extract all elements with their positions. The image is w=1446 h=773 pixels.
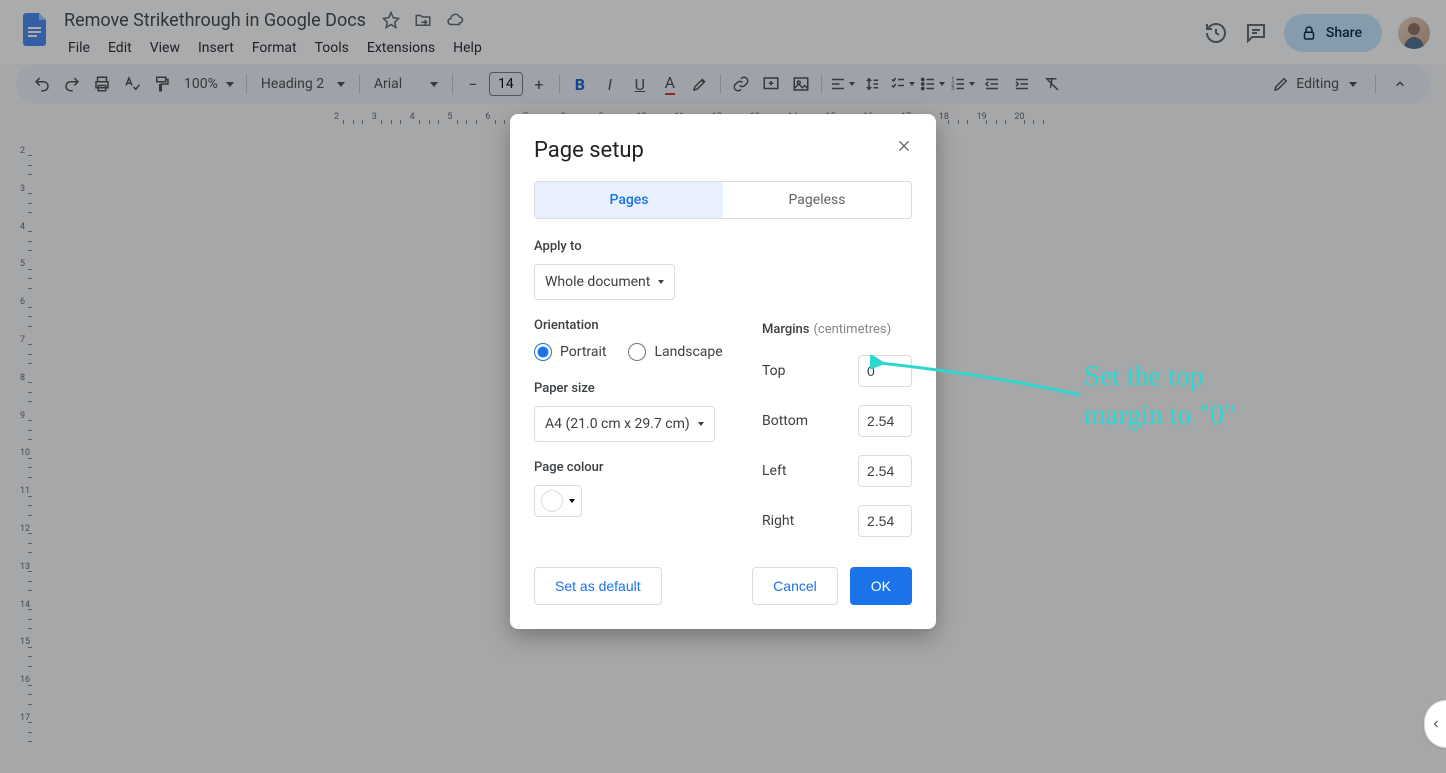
margin-left-input[interactable]	[858, 455, 912, 487]
apply-to-label: Apply to	[534, 239, 912, 254]
margin-top-input[interactable]	[858, 355, 912, 387]
cancel-button[interactable]: Cancel	[752, 567, 838, 605]
margins-label: Margins	[762, 322, 809, 337]
margin-right-label: Right	[762, 513, 794, 529]
margin-bottom-input[interactable]	[858, 405, 912, 437]
tab-pages[interactable]: Pages	[535, 182, 723, 218]
page-setup-dialog: Page setup Pages Pageless Apply to Whole…	[510, 114, 936, 629]
orientation-label: Orientation	[534, 318, 738, 333]
margin-top-label: Top	[762, 363, 786, 379]
caret-icon	[569, 499, 575, 503]
orientation-portrait-radio[interactable]: Portrait	[534, 343, 606, 361]
paper-size-select[interactable]: A4 (21.0 cm x 29.7 cm)	[534, 406, 715, 442]
dialog-title: Page setup	[534, 138, 912, 163]
caret-icon	[658, 280, 664, 284]
margin-left-label: Left	[762, 463, 786, 479]
tab-strip: Pages Pageless	[534, 181, 912, 219]
set-default-button[interactable]: Set as default	[534, 567, 662, 605]
margin-bottom-label: Bottom	[762, 413, 808, 429]
paper-size-label: Paper size	[534, 381, 738, 396]
orientation-landscape-radio[interactable]: Landscape	[628, 343, 722, 361]
close-button[interactable]	[892, 134, 916, 158]
caret-icon	[698, 422, 704, 426]
colour-swatch-icon	[541, 490, 563, 512]
page-colour-label: Page colour	[534, 460, 738, 475]
page-colour-picker[interactable]	[534, 485, 582, 517]
tab-pageless[interactable]: Pageless	[723, 182, 911, 218]
margin-right-input[interactable]	[858, 505, 912, 537]
apply-to-select[interactable]: Whole document	[534, 264, 675, 300]
ok-button[interactable]: OK	[850, 567, 912, 605]
margins-unit: (centimetres)	[813, 322, 891, 337]
